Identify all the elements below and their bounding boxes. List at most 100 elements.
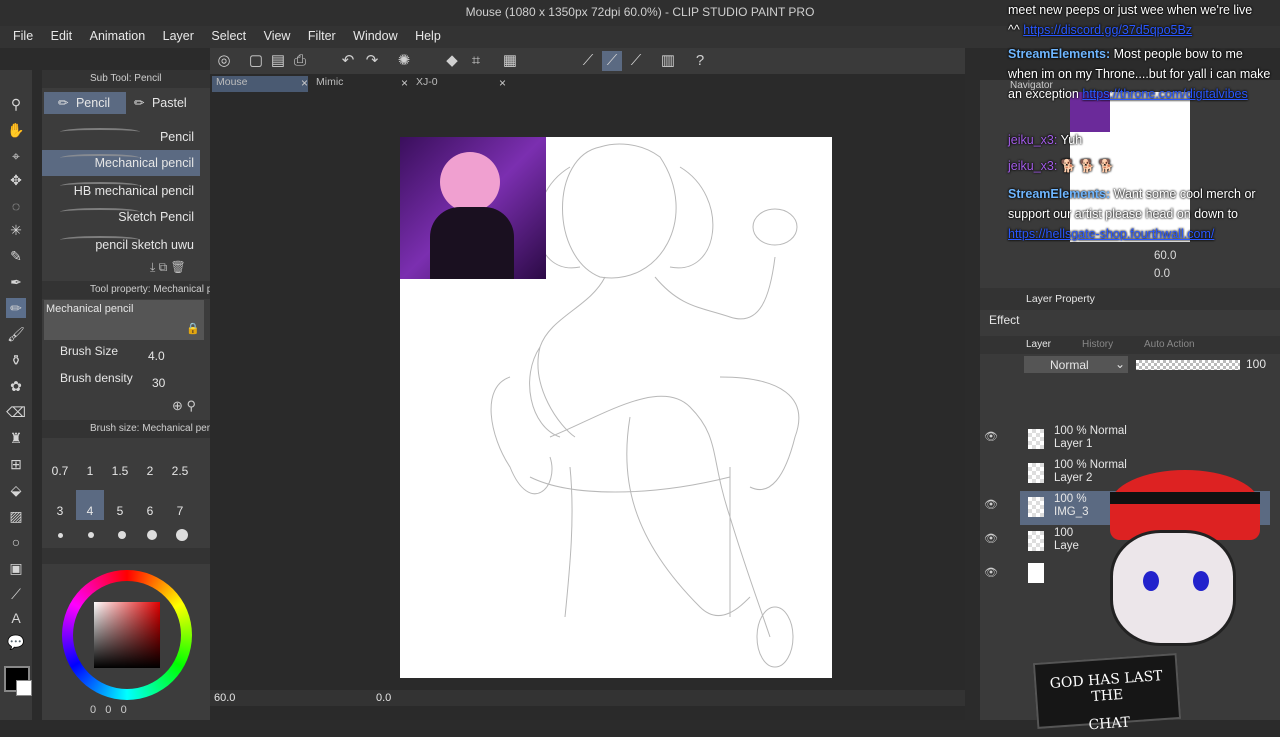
airbrush-icon[interactable]: ⚱: [6, 350, 26, 370]
tab-history[interactable]: History: [1082, 339, 1113, 350]
hand-icon[interactable]: ✋: [6, 120, 26, 140]
sub-color-swatch[interactable]: [16, 680, 32, 696]
gradient-icon[interactable]: ▨: [6, 506, 26, 526]
menu-window[interactable]: Window: [340, 26, 397, 43]
transform-icon[interactable]: ⌗: [466, 51, 486, 71]
size-2[interactable]: 2: [136, 462, 164, 480]
shape-icon[interactable]: ○: [6, 532, 26, 552]
blend-mode-select[interactable]: Normal ⌄: [1024, 356, 1128, 373]
tab-mouse[interactable]: Mouse ×: [212, 76, 308, 92]
fill-bucket-icon[interactable]: ⬙: [6, 480, 26, 500]
help-icon[interactable]: ?: [690, 51, 710, 71]
navigator-rotate[interactable]: 0.0: [1154, 268, 1170, 280]
tab-auto-action[interactable]: Auto Action: [1144, 339, 1195, 350]
brush-density-value[interactable]: 30: [152, 376, 165, 390]
size-4[interactable]: 4: [76, 490, 104, 520]
pencil-icon[interactable]: ✏: [6, 298, 26, 318]
text-icon[interactable]: A: [6, 608, 26, 628]
eye-icon[interactable]: 👁: [984, 430, 998, 443]
emote-icon: 🐕 🐕 🐕: [1060, 159, 1115, 173]
eyedropper-icon[interactable]: ✎: [6, 246, 26, 266]
rotation-value[interactable]: 0.0: [376, 692, 391, 704]
size-0.7[interactable]: 0.7: [46, 462, 74, 480]
size-2.5[interactable]: 2.5: [166, 462, 194, 480]
menu-animation[interactable]: Animation: [77, 26, 146, 43]
figure-icon[interactable]: ⊞: [6, 454, 26, 474]
menu-edit[interactable]: Edit: [38, 26, 73, 43]
tab-pencil[interactable]: ✏ Pencil: [44, 92, 126, 114]
decoration-icon[interactable]: ✿: [6, 376, 26, 396]
lasso-icon[interactable]: ◌: [6, 196, 26, 216]
frame-icon[interactable]: ▣: [6, 558, 26, 578]
size-dot: [147, 530, 157, 540]
eye-icon[interactable]: 👁: [984, 566, 998, 579]
lock-icon[interactable]: 🔒: [186, 322, 200, 335]
saturation-square[interactable]: [94, 602, 160, 668]
subtool-actions-icon[interactable]: ⤓ ⧉ 🗑: [150, 260, 186, 275]
open-folder-icon[interactable]: ▤: [268, 51, 288, 71]
brush-item-hb-mechanical-pencil[interactable]: HB mechanical pencil: [42, 178, 200, 204]
undo-icon[interactable]: ↶: [338, 51, 358, 71]
selection-icon[interactable]: ▦: [500, 51, 520, 71]
opacity-slider[interactable]: [1136, 360, 1240, 370]
brush-item-mechanical-pencil[interactable]: Mechanical pencil: [42, 150, 200, 176]
size-7[interactable]: 7: [166, 502, 194, 520]
tab-mimic[interactable]: Mimic ×: [312, 76, 408, 92]
blend-icon[interactable]: ♜: [6, 428, 26, 448]
tab-xj-0[interactable]: XJ-0 ×: [412, 76, 506, 92]
size-dot: [176, 529, 188, 541]
size-1[interactable]: 1: [76, 462, 104, 480]
opacity-value[interactable]: 100: [1246, 357, 1266, 371]
ruler-icon[interactable]: ⟋: [6, 584, 26, 604]
layer-row[interactable]: 100 % Normal Layer 1: [1020, 423, 1270, 457]
clip-studio-icon[interactable]: ◎: [214, 51, 234, 71]
brush-item-pencil[interactable]: Pencil: [42, 124, 200, 150]
fill-icon[interactable]: ◆: [442, 51, 462, 71]
menu-select[interactable]: Select: [198, 26, 246, 43]
menu-help[interactable]: Help: [402, 26, 441, 43]
menu-file[interactable]: File: [0, 26, 33, 43]
size-5[interactable]: 5: [106, 502, 134, 520]
magic-wand-icon[interactable]: ✳: [6, 220, 26, 240]
operation-icon[interactable]: ⌖: [6, 146, 26, 166]
reference-character-body: [430, 207, 514, 279]
size-6[interactable]: 6: [136, 502, 164, 520]
tab-pastel[interactable]: ✏ Pastel: [130, 92, 208, 114]
size-1.5[interactable]: 1.5: [106, 462, 134, 480]
grid-snap-icon[interactable]: ⟋: [626, 51, 646, 71]
special-ruler-icon[interactable]: ⟋: [602, 51, 622, 71]
zoom-icon[interactable]: ⚲: [6, 94, 26, 114]
device-icon[interactable]: ▥: [658, 51, 678, 71]
ruler-snap-icon[interactable]: ⟋: [578, 51, 598, 71]
zoom-value[interactable]: 60.0: [214, 692, 235, 704]
reference-character-head: [440, 152, 500, 212]
brush-preview: Mechanical pencil 🔒: [44, 300, 204, 340]
settings-icon[interactable]: ⊕ ⚲: [172, 398, 196, 414]
eye-icon[interactable]: 👁: [984, 532, 998, 545]
pen-icon[interactable]: ✒: [6, 272, 26, 292]
redo-icon[interactable]: ↷: [362, 51, 382, 71]
close-icon[interactable]: ×: [401, 76, 408, 90]
close-icon[interactable]: ×: [301, 76, 308, 90]
size-3[interactable]: 3: [46, 502, 74, 520]
new-file-icon[interactable]: ▢: [246, 51, 266, 71]
color-wheel[interactable]: [62, 570, 192, 700]
tab-layer[interactable]: Layer: [1026, 339, 1051, 350]
chat-message: meet new peeps or just wee when we're li…: [1008, 3, 1253, 37]
eraser-icon[interactable]: ⌫: [6, 402, 26, 422]
menu-view[interactable]: View: [251, 26, 291, 43]
brush-item-sketch-pencil[interactable]: Sketch Pencil: [42, 204, 200, 230]
layer-property-header: Layer Property: [980, 288, 1280, 310]
spinner-icon[interactable]: ✺: [394, 51, 414, 71]
menu-filter[interactable]: Filter: [295, 26, 336, 43]
close-icon[interactable]: ×: [499, 76, 506, 90]
brush-icon[interactable]: 🖌: [6, 324, 26, 344]
menu-layer[interactable]: Layer: [150, 26, 194, 43]
move-icon[interactable]: ✥: [6, 170, 26, 190]
navigator-zoom[interactable]: 60.0: [1154, 250, 1176, 262]
save-icon[interactable]: ⎙: [290, 51, 310, 71]
eye-icon[interactable]: 👁: [984, 498, 998, 511]
balloon-icon[interactable]: 💬: [6, 632, 26, 652]
brush-size-value[interactable]: 4.0: [148, 349, 165, 363]
brush-item-pencil-sketch-uwu[interactable]: pencil sketch uwu: [42, 232, 200, 258]
